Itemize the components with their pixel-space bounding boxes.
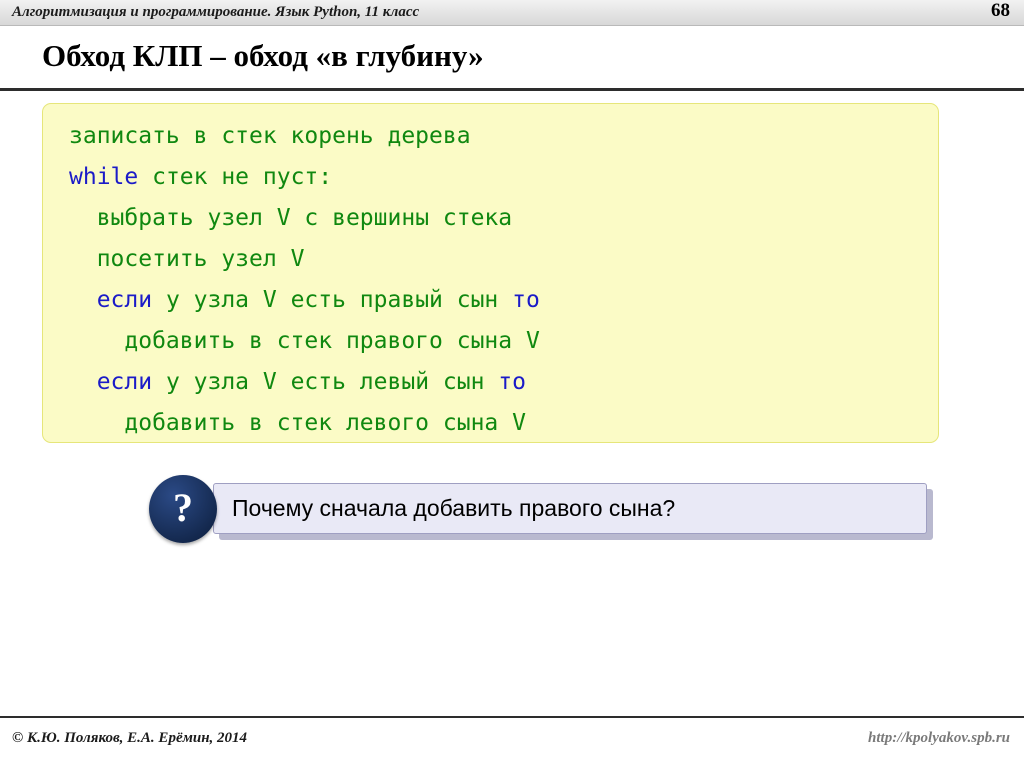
code-token: while xyxy=(69,164,139,190)
source-url: http://kpolyakov.spb.ru xyxy=(868,730,1010,746)
code-line: выбрать узел V с вершины стека xyxy=(69,198,540,239)
code-token: записать в стек корень дерева xyxy=(69,123,471,149)
code-line: добавить в стек левого сына V xyxy=(69,403,540,444)
question-mark-icon: ? xyxy=(149,475,217,543)
code-line: добавить в стек правого сына V xyxy=(69,321,540,362)
question-text: Почему сначала добавить правого сына? xyxy=(232,495,676,521)
code-line: while стек не пуст: xyxy=(69,157,540,198)
question-mark-glyph: ? xyxy=(173,485,193,530)
question-callout: Почему сначала добавить правого сына? xyxy=(213,483,927,534)
code-line: посетить узел V xyxy=(69,239,540,280)
code-lines: записать в стек корень дерева while стек … xyxy=(69,116,540,444)
code-token: у узла V есть левый сын xyxy=(152,369,499,395)
slide-number: 68 xyxy=(991,0,1010,21)
code-token: добавить в стек правого сына V xyxy=(124,328,540,354)
page-title: Обход КЛП – обход «в глубину» xyxy=(42,38,484,73)
code-token: то xyxy=(512,287,540,313)
code-line: если у узла V есть правый сын то xyxy=(69,280,540,321)
code-token: если xyxy=(96,369,153,395)
footer-divider xyxy=(0,716,1024,718)
code-line: если у узла V есть левый сын то xyxy=(69,362,540,403)
code-token: выбрать узел V с вершины стека xyxy=(96,205,513,231)
code-token: если xyxy=(96,287,153,313)
course-title: Алгоритмизация и программирование. Язык … xyxy=(12,4,420,20)
code-line: записать в стек корень дерева xyxy=(69,116,540,157)
code-token: то xyxy=(498,369,526,395)
copyright-notice: © К.Ю. Поляков, Е.А. Ерёмин, 2014 xyxy=(12,730,248,746)
code-block: записать в стек корень дерева while стек … xyxy=(42,103,939,443)
code-token: посетить узел V xyxy=(96,246,305,272)
code-token: стек не пуст: xyxy=(138,164,333,190)
title-divider xyxy=(0,88,1024,91)
code-token: добавить в стек левого сына V xyxy=(124,410,526,436)
code-token: у узла V есть правый сын xyxy=(152,287,513,313)
